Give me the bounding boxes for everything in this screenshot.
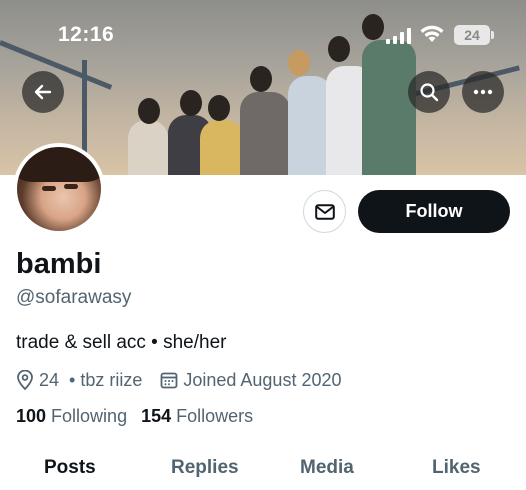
battery-tip: [491, 31, 494, 39]
followers-count: 154: [141, 406, 172, 426]
following-link[interactable]: 100 Following: [16, 406, 127, 427]
search-icon: [420, 83, 439, 102]
follow-button[interactable]: Follow: [358, 190, 510, 233]
followers-link[interactable]: 154 Followers: [141, 406, 253, 427]
more-horizontal-icon: [473, 89, 493, 95]
following-count: 100: [16, 406, 47, 426]
status-time: 12:16: [58, 23, 115, 46]
banner-head: [362, 14, 384, 40]
tab-likes[interactable]: Likes: [432, 457, 481, 479]
calendar-icon: [160, 371, 178, 389]
battery-level: 24: [454, 25, 490, 45]
tab-replies[interactable]: Replies: [171, 457, 239, 479]
followers-label: Followers: [176, 406, 254, 426]
banner-person: [240, 92, 290, 175]
cellular-signal-icon: [386, 28, 412, 44]
banner-person: [128, 120, 168, 175]
banner-head: [250, 66, 272, 92]
banner-person: [200, 120, 244, 175]
profile-avatar[interactable]: [13, 143, 105, 235]
banner-head: [180, 90, 202, 116]
tab-posts[interactable]: Posts: [44, 457, 96, 479]
display-name: bambi: [16, 248, 102, 280]
banner-head: [328, 36, 350, 62]
follow-stats: 100 Following 154 Followers: [16, 406, 253, 427]
joined-date: Joined August 2020: [183, 369, 342, 390]
location-pin-icon: [16, 370, 34, 390]
banner-head: [288, 50, 310, 76]
arrow-left-icon: [34, 84, 52, 100]
location-text: 24: [39, 369, 60, 390]
banner-head: [208, 95, 230, 121]
avatar-image: [17, 147, 101, 231]
profile-bio: trade & sell acc • she/her: [16, 332, 227, 353]
message-button[interactable]: [303, 190, 346, 233]
user-handle: @sofarawasy: [16, 287, 132, 308]
profile-meta: 24 • tbz riize Joined August 2020: [16, 368, 342, 392]
back-button[interactable]: [22, 71, 64, 113]
envelope-icon: [314, 203, 335, 220]
following-label: Following: [51, 406, 128, 426]
location-extra-text: • tbz riize: [69, 369, 143, 390]
tab-media[interactable]: Media: [300, 457, 354, 479]
wifi-icon: [420, 24, 444, 44]
search-button[interactable]: [408, 71, 450, 113]
banner-person: [362, 40, 416, 175]
banner-head: [138, 98, 160, 124]
more-button[interactable]: [462, 71, 504, 113]
profile-tabs: Posts Replies Media Likes: [0, 448, 526, 490]
banner-railing-post: [82, 60, 87, 155]
